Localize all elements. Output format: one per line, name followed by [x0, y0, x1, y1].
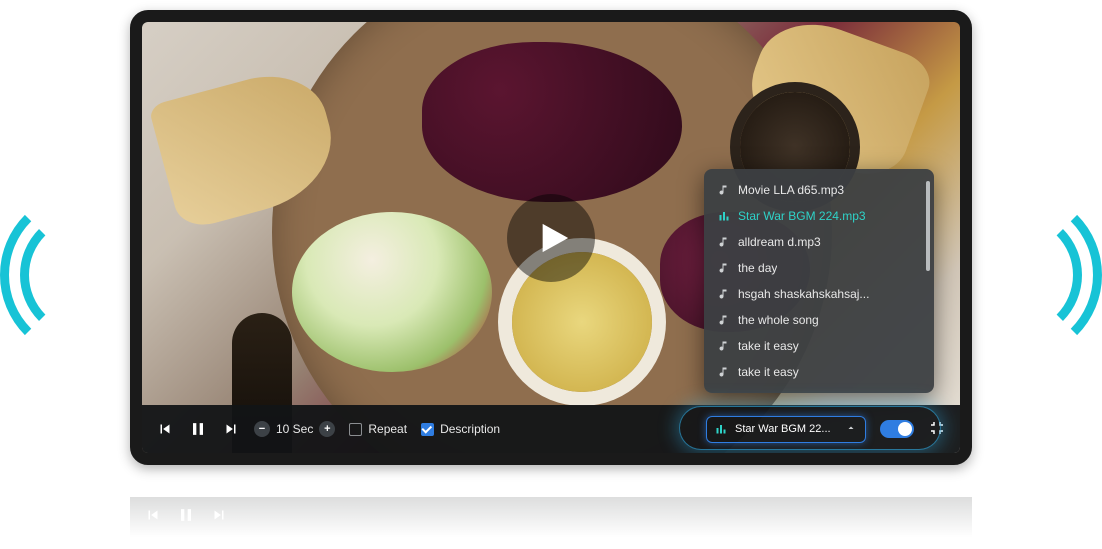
- music-note-icon: [718, 340, 730, 352]
- audio-toggle[interactable]: [880, 420, 914, 438]
- prev-track-button[interactable]: [156, 420, 174, 438]
- playlist-item-label: the day: [738, 261, 777, 275]
- music-note-icon: [718, 184, 730, 196]
- playlist-item-label: take it easy: [738, 339, 799, 353]
- playlist-item-label: the whole song: [738, 313, 819, 327]
- description-label: Description: [440, 422, 500, 436]
- repeat-checkbox[interactable]: Repeat: [349, 422, 407, 436]
- scrollbar-thumb[interactable]: [926, 181, 930, 271]
- playlist-item-label: alldream d.mp3: [738, 235, 821, 249]
- chevron-up-icon: [845, 422, 857, 437]
- current-track-label: Star War BGM 22...: [735, 423, 837, 435]
- playlist-item[interactable]: hsgah shaskahskahsaj...: [704, 281, 934, 307]
- player-controls: − 10 Sec + Repeat Description Star War B…: [142, 405, 960, 453]
- toggle-knob: [898, 422, 912, 436]
- music-note-icon: [718, 366, 730, 378]
- skip-previous-icon: [156, 420, 174, 438]
- play-button[interactable]: [507, 194, 595, 282]
- seek-amount-label: 10 Sec: [276, 422, 313, 436]
- description-checkbox[interactable]: Description: [421, 422, 500, 436]
- next-track-button[interactable]: [222, 420, 240, 438]
- device-reflection: [130, 470, 972, 545]
- music-note-icon: [718, 262, 730, 274]
- increase-seek-button[interactable]: +: [319, 421, 335, 437]
- playlist-panel: Movie LLA d65.mp3 Star War BGM 224.mp3 a…: [704, 169, 934, 393]
- playlist-item-label: Movie LLA d65.mp3: [738, 183, 844, 197]
- music-note-icon: [718, 236, 730, 248]
- seek-step-control: − 10 Sec +: [254, 421, 335, 437]
- playlist-item-label: take it easy: [738, 365, 799, 379]
- playlist-item-label: hsgah shaskahskahsaj...: [738, 287, 869, 301]
- play-icon: [537, 221, 571, 255]
- playlist-item[interactable]: Movie LLA d65.mp3: [704, 177, 934, 203]
- pause-button[interactable]: [188, 419, 208, 439]
- music-note-icon: [718, 314, 730, 326]
- decrease-seek-button[interactable]: −: [254, 421, 270, 437]
- equalizer-icon: [718, 210, 730, 222]
- fullscreen-exit-icon: [928, 419, 946, 437]
- playlist-scrollbar[interactable]: [926, 177, 930, 385]
- playlist-item[interactable]: Star War BGM 224.mp3: [704, 203, 934, 229]
- device-frame: Movie LLA d65.mp3 Star War BGM 224.mp3 a…: [130, 10, 972, 465]
- checkbox-box: [421, 423, 434, 436]
- playlist-item[interactable]: take it easy: [704, 359, 934, 385]
- playlist-item[interactable]: alldream d.mp3: [704, 229, 934, 255]
- exit-fullscreen-button[interactable]: [928, 419, 946, 440]
- playlist-item[interactable]: the day: [704, 255, 934, 281]
- video-canvas[interactable]: Movie LLA d65.mp3 Star War BGM 224.mp3 a…: [142, 22, 960, 453]
- track-select-dropdown[interactable]: Star War BGM 22...: [706, 416, 866, 443]
- food-apples: [292, 212, 492, 372]
- equalizer-icon: [715, 423, 727, 435]
- skip-next-icon: [222, 420, 240, 438]
- playlist-item[interactable]: the whole song: [704, 307, 934, 333]
- playlist-item[interactable]: take it easy: [704, 333, 934, 359]
- repeat-label: Repeat: [368, 422, 407, 436]
- pause-icon: [188, 419, 208, 439]
- playlist-item-label: Star War BGM 224.mp3: [738, 209, 866, 223]
- checkbox-box: [349, 423, 362, 436]
- music-note-icon: [718, 288, 730, 300]
